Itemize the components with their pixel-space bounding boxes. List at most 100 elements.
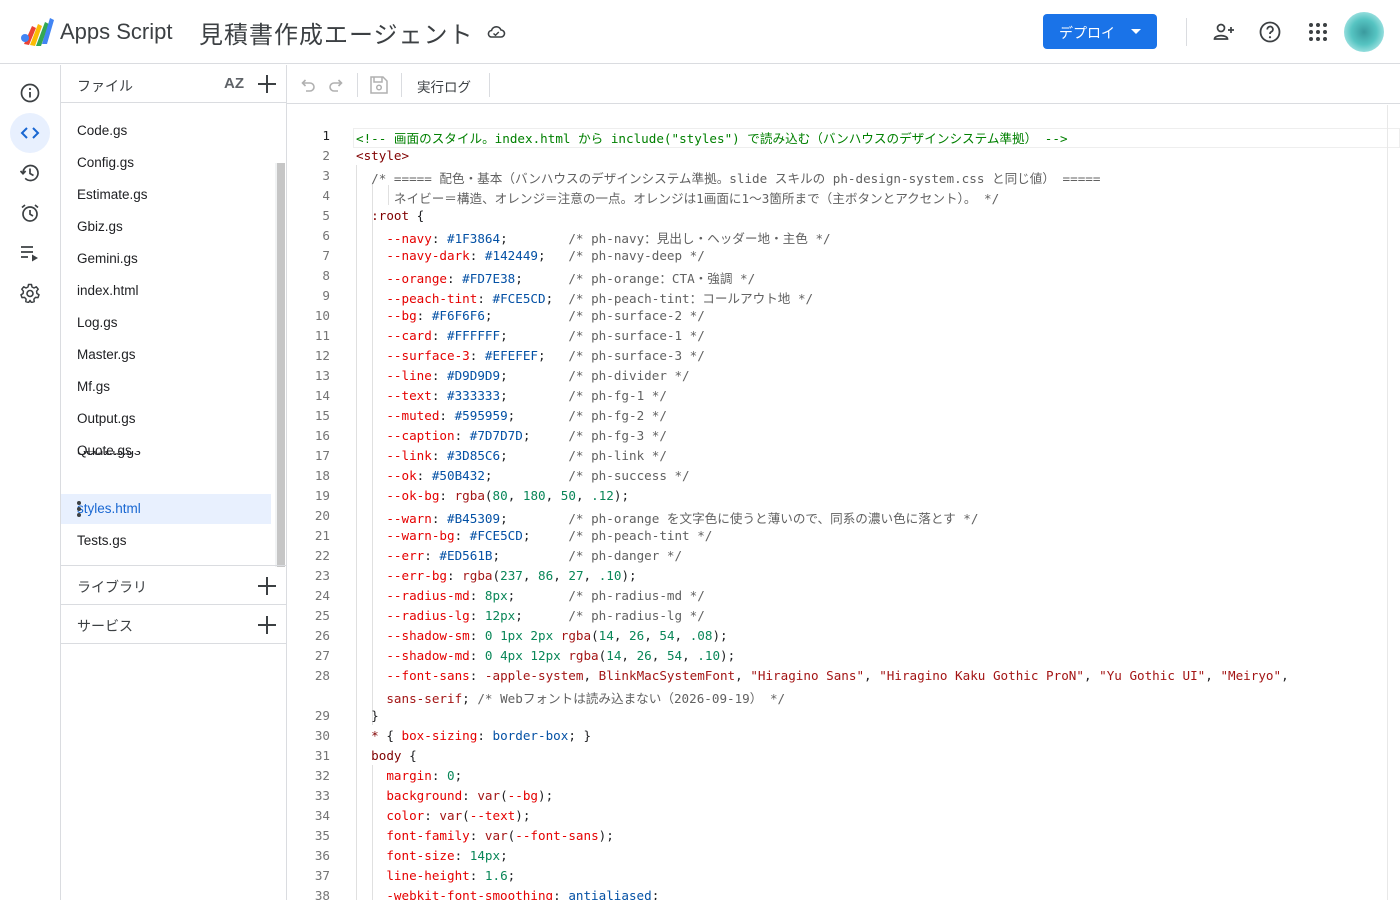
add-file-icon[interactable]	[258, 75, 276, 93]
file-item[interactable]: Log.gs	[61, 308, 271, 338]
line-number: 28	[314, 668, 330, 683]
project-title[interactable]: 見積書作成エージェント	[199, 15, 474, 50]
chevron-down-icon[interactable]	[1131, 29, 1141, 34]
code-token: ,	[1083, 668, 1100, 683]
file-item[interactable]: Tests.gs	[61, 526, 271, 556]
line-number: 22	[314, 548, 330, 563]
line-number: 26	[314, 628, 330, 643]
code-line: 24 --radius-md: 8px; /* ph-radius-md */	[287, 585, 1387, 605]
code-token: :	[469, 588, 485, 603]
triggers-button[interactable]	[10, 193, 50, 233]
file-name: index.html	[77, 283, 139, 298]
code-token: /* ph-orange：CTA・強調 */	[568, 271, 756, 286]
code-text: --ok: #50B432; /* ph-success */	[356, 468, 689, 483]
code-token: --font-sans	[356, 668, 470, 683]
code-line: 27 --shadow-md: 0 4px 12px rgba(14, 26, …	[287, 645, 1387, 665]
code-token: );	[613, 488, 630, 503]
app-name: Apps Script	[60, 19, 173, 44]
code-token: /* ph-divider */	[568, 368, 690, 383]
code-line: 1 <!-- 画面のスタイル。index.html から include("sty…	[287, 125, 1387, 146]
code-token: ;	[522, 528, 569, 543]
deploy-button[interactable]: デプロイ	[1043, 14, 1157, 49]
code-token: #50B432	[431, 468, 485, 483]
file-item[interactable]: Master.gs	[61, 340, 271, 370]
services-section[interactable]: サービス	[61, 604, 286, 643]
toolbar-divider	[489, 73, 490, 97]
line-number: 12	[314, 348, 330, 363]
code-editor[interactable]: 1 <!-- 画面のスタイル。index.html から include("sty…	[287, 105, 1400, 900]
code-token: 86	[538, 568, 554, 583]
file-item[interactable]: index.html	[61, 276, 271, 306]
undo-icon[interactable]	[299, 76, 317, 94]
code-token: var	[484, 828, 508, 843]
file-name: Gbiz.gs	[77, 219, 123, 234]
avatar[interactable]	[1344, 12, 1384, 52]
add-person-icon[interactable]	[1212, 20, 1236, 44]
execution-log-button[interactable]: 実行ログ	[417, 76, 471, 96]
code-token: #595959	[454, 408, 508, 423]
code-token: );	[712, 628, 728, 643]
help-icon[interactable]	[1258, 20, 1282, 44]
libraries-section[interactable]: ライブラリ	[61, 565, 286, 604]
code-token: *	[356, 728, 387, 743]
code-token: :	[469, 868, 485, 883]
code-token: ,	[545, 488, 561, 503]
code-token: ;	[545, 291, 569, 306]
code-token: (	[500, 788, 508, 803]
line-number: 35	[314, 828, 330, 843]
add-library-icon[interactable]	[258, 577, 276, 595]
line-number: 21	[314, 528, 330, 543]
editor-button[interactable]	[10, 113, 50, 153]
code-line: 15 --muted: #595959; /* ph-fg-2 */	[287, 405, 1387, 425]
line-number: 7	[322, 248, 330, 263]
line-number: 8	[322, 268, 330, 283]
file-item[interactable]: Gemini.gs	[61, 244, 271, 274]
file-list-scrollbar-thumb[interactable]	[277, 163, 285, 567]
code-token: ;	[500, 368, 569, 383]
line-number: 3	[322, 168, 330, 183]
libraries-label: ライブラリ	[77, 580, 147, 596]
file-item[interactable]: Gbiz.gs	[61, 212, 271, 242]
editor-overview-ruler	[1387, 105, 1388, 900]
file-item[interactable]: Output.gs	[61, 404, 271, 434]
sort-az-icon[interactable]: AZ	[224, 75, 244, 92]
code-token: --warn-bg	[356, 528, 455, 543]
code-token: /* ===== 配色・基本（バンハウスのデザインシステム準拠。slide スキ…	[356, 171, 1101, 186]
code-token: ;	[651, 888, 660, 900]
code-token: --orange	[356, 271, 447, 286]
code-line: 9 --peach-tint: #FCE5CD; /* ph-peach-tin…	[287, 285, 1387, 306]
file-item[interactable]: Code.gs	[61, 116, 271, 146]
file-item[interactable]: Mf.gs	[61, 372, 271, 402]
code-token: "Hiragino Sans"	[750, 668, 865, 683]
file-name: Master.gs	[77, 347, 136, 362]
project-settings-button[interactable]	[10, 273, 50, 313]
file-item[interactable]: styles.html	[61, 494, 271, 524]
executions-button[interactable]	[10, 233, 50, 273]
code-token: ;	[500, 511, 569, 526]
project-history-button[interactable]	[10, 153, 50, 193]
save-icon[interactable]	[369, 75, 389, 95]
overview-button[interactable]	[10, 73, 50, 113]
file-item[interactable]: Estimate.gs	[61, 180, 271, 210]
file-item[interactable]: Config.gs	[61, 148, 271, 178]
apps-grid-icon[interactable]	[1306, 20, 1330, 44]
code-token: #333333	[447, 388, 501, 403]
code-token: 1.6	[484, 868, 508, 883]
line-number: 18	[314, 468, 330, 483]
code-token: <!-- 画面のスタイル。index.html から include("styl…	[356, 131, 1068, 146]
more-vert-icon[interactable]	[77, 501, 81, 517]
code-text: --text: #333333; /* ph-fg-1 */	[356, 388, 667, 403]
code-token: 14	[598, 628, 614, 643]
redo-icon[interactable]	[327, 76, 345, 94]
code-token: --line	[356, 368, 432, 383]
code-token: --radius-lg	[356, 608, 470, 623]
code-token: :	[431, 368, 447, 383]
add-service-icon[interactable]	[258, 616, 276, 634]
code-token: /* ph-peach-tint：コールアウト地 */	[568, 291, 814, 306]
file-item[interactable]: Secrets.gs	[61, 451, 271, 465]
code-token: box-sizing	[401, 728, 478, 743]
code-token: :	[431, 328, 447, 343]
code-token: :	[469, 348, 485, 363]
line-number: 10	[314, 308, 330, 323]
code-text: * { box-sizing: border-box; }	[356, 728, 591, 743]
